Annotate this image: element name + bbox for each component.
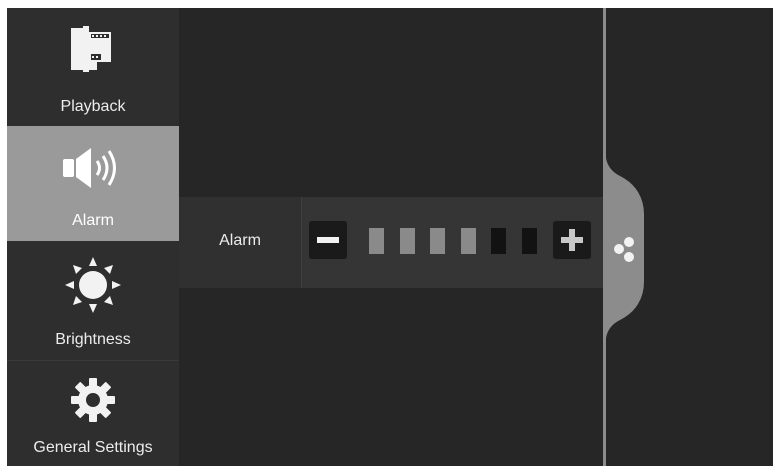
sidebar-item-playback[interactable]: Playback [7, 8, 179, 126]
volume-control [301, 197, 604, 288]
level-segment [521, 228, 537, 254]
sidebar-item-alarm[interactable]: Alarm [7, 126, 179, 241]
decrease-button[interactable] [309, 221, 347, 259]
sun-icon [65, 257, 121, 318]
screen: Playback Alarm Brightness General Settin… [7, 8, 773, 466]
gear-icon [70, 377, 116, 428]
sidebar: Playback Alarm Brightness General Settin… [7, 8, 179, 466]
plus-icon [561, 229, 583, 251]
level-segment [399, 228, 415, 254]
sidebar-item-label: Brightness [55, 331, 131, 348]
sidebar-item-label: General Settings [33, 439, 153, 456]
main-panel: Alarm [179, 8, 604, 466]
minus-icon [317, 237, 339, 243]
sidebar-item-label: Alarm [72, 212, 114, 229]
level-segment [369, 228, 384, 254]
increase-button[interactable] [553, 221, 591, 259]
drawer-handle[interactable] [596, 158, 656, 338]
speaker-icon [61, 146, 125, 195]
level-segment [460, 228, 476, 254]
sidebar-item-general-settings[interactable]: General Settings [7, 361, 179, 466]
level-segment [491, 228, 506, 254]
sidebar-item-brightness[interactable]: Brightness [7, 241, 179, 361]
sidebar-item-label: Playback [60, 98, 126, 115]
level-segment [430, 228, 445, 254]
setting-label: Alarm [219, 232, 261, 249]
film-icon [71, 26, 115, 77]
alarm-setting-row: Alarm [179, 197, 604, 288]
